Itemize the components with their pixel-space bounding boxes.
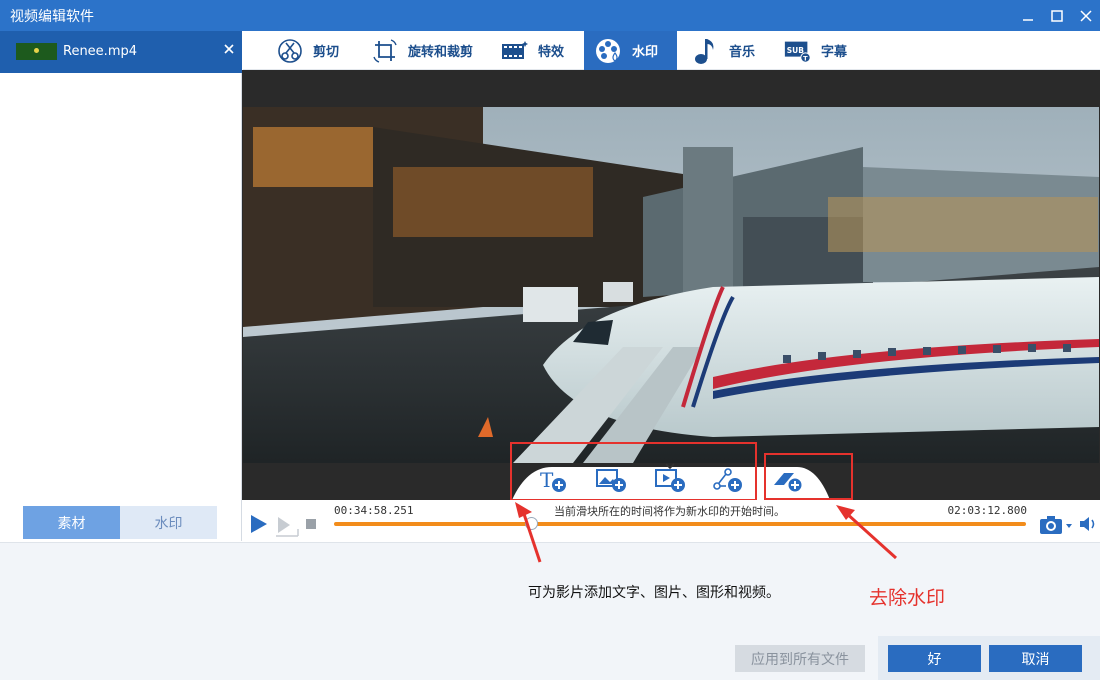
- tool-watermark[interactable]: 水印: [584, 31, 677, 70]
- tool-watermark-label: 水印: [632, 45, 659, 60]
- crop-rotate-icon: [370, 36, 400, 66]
- play-next-icon[interactable]: [274, 515, 300, 537]
- add-image-watermark-icon: [596, 469, 626, 492]
- volume-icon[interactable]: [1078, 515, 1098, 533]
- left-panel-tabs: 素材 水印: [23, 506, 217, 539]
- maximize-button[interactable]: [1042, 0, 1071, 31]
- film-reel-drop-icon: [594, 36, 624, 66]
- player-controls: 00:34:58.251 当前滑块所在的时间将作为新水印的开始时间。 02:03…: [242, 500, 1100, 542]
- stop-icon[interactable]: [305, 518, 317, 530]
- music-note-icon: [691, 36, 721, 66]
- remove-watermark-button[interactable]: [772, 467, 803, 493]
- close-window-button[interactable]: [1071, 0, 1100, 31]
- total-time: 02:03:12.800: [947, 504, 1027, 517]
- airport-scene-image: [243, 107, 1099, 463]
- timeline-slider[interactable]: [334, 517, 1026, 530]
- play-icon[interactable]: [249, 513, 269, 535]
- add-video-watermark-button[interactable]: [655, 467, 685, 493]
- remove-watermark-annotation: 去除水印: [869, 587, 946, 609]
- minimize-icon: [1022, 18, 1033, 21]
- window-title: 视频编辑软件: [10, 8, 94, 25]
- tool-rotate-crop[interactable]: 旋转和裁剪: [370, 31, 473, 70]
- window-controls: [1013, 0, 1100, 31]
- svg-text:SUB: SUB: [787, 45, 804, 54]
- close-file-icon[interactable]: [222, 42, 236, 56]
- maximize-icon: [1050, 9, 1063, 22]
- cancel-button[interactable]: 取消: [989, 645, 1082, 672]
- film-effects-icon: [500, 36, 530, 66]
- file-item[interactable]: Renee.mp4: [0, 31, 242, 73]
- camera-icon[interactable]: [1039, 514, 1073, 536]
- edit-toolbar: 剪切 旋转和裁剪 特效 水印 音乐 SUB T 字幕: [243, 31, 1100, 70]
- add-watermark-annotation: 可为影片添加文字、图片、图形和视频。: [528, 585, 780, 601]
- timeline-hint: 当前滑块所在的时间将作为新水印的开始时间。: [554, 505, 785, 518]
- video-preview[interactable]: [243, 107, 1099, 463]
- tool-effects[interactable]: 特效: [500, 31, 564, 70]
- tool-music[interactable]: 音乐: [691, 31, 755, 70]
- tool-rotate-crop-label: 旋转和裁剪: [408, 45, 474, 60]
- dialog-buttons: 好 取消: [878, 636, 1100, 680]
- add-shape-watermark-icon: [713, 468, 742, 492]
- tab-material[interactable]: 素材: [23, 506, 120, 539]
- tool-subtitle[interactable]: SUB T 字幕: [783, 31, 847, 70]
- apply-to-all-button[interactable]: 应用到所有文件: [735, 645, 865, 672]
- tool-cut-label: 剪切: [313, 45, 340, 60]
- file-thumbnail: [16, 43, 57, 60]
- timeline-knob[interactable]: [525, 517, 539, 530]
- add-text-watermark-button[interactable]: T: [538, 467, 568, 493]
- file-name: Renee.mp4: [63, 44, 138, 59]
- minimize-button[interactable]: [1013, 0, 1042, 31]
- add-image-watermark-button[interactable]: [596, 467, 626, 493]
- ok-button[interactable]: 好: [888, 645, 981, 672]
- tool-cut[interactable]: 剪切: [275, 31, 339, 70]
- add-shape-watermark-button[interactable]: [712, 467, 742, 493]
- tab-watermark[interactable]: 水印: [120, 506, 217, 539]
- tool-music-label: 音乐: [729, 45, 756, 60]
- tool-subtitle-label: 字幕: [821, 45, 848, 60]
- add-text-watermark-icon: T: [540, 468, 566, 492]
- video-player: T: [242, 70, 1100, 500]
- subtitle-icon: SUB T: [783, 36, 813, 66]
- title-bar: 视频编辑软件: [0, 0, 1100, 31]
- scissors-icon: [275, 36, 305, 66]
- remove-watermark-icon: [774, 473, 803, 493]
- watermark-toolbar: T: [512, 459, 830, 500]
- close-icon: [1079, 9, 1092, 22]
- tool-effects-label: 特效: [538, 45, 565, 60]
- add-video-watermark-icon: [655, 469, 685, 492]
- svg-text:T: T: [540, 468, 554, 492]
- svg-text:T: T: [803, 54, 808, 62]
- file-panel: Renee.mp4 素材 水印: [0, 31, 242, 541]
- current-time: 00:34:58.251: [334, 504, 414, 517]
